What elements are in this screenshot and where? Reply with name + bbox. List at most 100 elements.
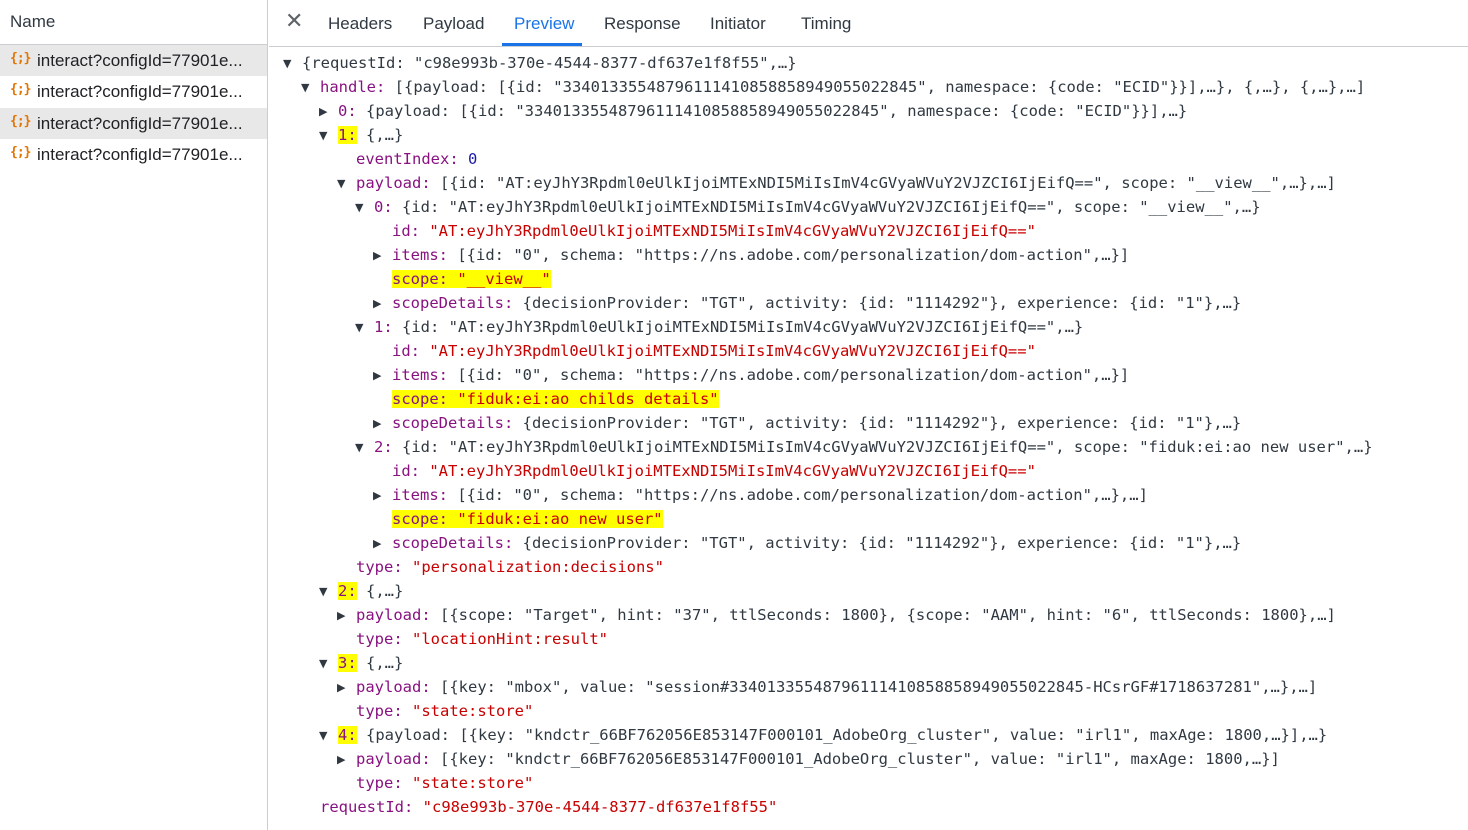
expand-down-icon[interactable]: ▼	[319, 729, 327, 742]
tree-key: 1:	[374, 318, 393, 336]
tree-node[interactable]: payload: [{key: "mbox", value: "session#…	[356, 675, 1317, 699]
tree-key: handle:	[320, 78, 386, 96]
collapse-right-icon[interactable]: ▶	[373, 369, 381, 382]
tree-node[interactable]: 0: {payload: [{id: "33401335548796111410…	[338, 99, 1187, 123]
expand-down-icon[interactable]: ▼	[301, 81, 309, 94]
request-row[interactable]: {;} interact?configId=77901e...	[0, 139, 267, 170]
tree-node[interactable]: 0: {id: "AT:eyJhY3Rpdml0eUlkIjoiMTExNDI5…	[374, 195, 1261, 219]
expand-down-icon[interactable]: ▼	[337, 177, 345, 190]
tree-node[interactable]: payload: [{key: "kndctr_66BF762056E85314…	[356, 747, 1280, 771]
tab-preview[interactable]: Preview	[514, 14, 574, 34]
tree-node[interactable]: {requestId: "c98e993b-370e-4544-8377-df6…	[302, 51, 797, 75]
tree-node[interactable]: items: [{id: "0", schema: "https://ns.ad…	[392, 483, 1148, 507]
tree-node: id: "AT:eyJhY3Rpdml0eUlkIjoiMTExNDI5MiIs…	[392, 459, 1036, 483]
collapse-right-icon[interactable]: ▶	[319, 105, 327, 118]
tree-string-value: "AT:eyJhY3Rpdml0eUlkIjoiMTExNDI5MiIsImV4…	[429, 342, 1036, 360]
tree-string-value: "personalization:decisions"	[412, 558, 664, 576]
tree-key: 3:	[338, 654, 357, 672]
tree-node[interactable]: 2: {id: "AT:eyJhY3Rpdml0eUlkIjoiMTExNDI5…	[374, 435, 1373, 459]
tree-preview-text: {id: "AT:eyJhY3Rpdml0eUlkIjoiMTExNDI5MiI…	[402, 198, 1261, 216]
tree-preview-text: [{id: "AT:eyJhY3Rpdml0eUlkIjoiMTExNDI5Mi…	[440, 174, 1336, 192]
tree-key: id:	[392, 222, 420, 240]
tree-node[interactable]: 2: {,…}	[338, 579, 403, 603]
json-preview-tree: ▼ {requestId: "c98e993b-370e-4544-8377-df…	[269, 48, 1468, 830]
tree-key: requestId:	[320, 798, 414, 816]
tab-response[interactable]: Response	[604, 14, 681, 34]
expand-down-icon[interactable]: ▼	[355, 201, 363, 214]
tree-string-value: "fiduk:ei:ao childs details"	[457, 390, 719, 408]
tab-headers[interactable]: Headers	[328, 14, 392, 34]
tree-node: scope: "fiduk:ei:ao new user"	[392, 507, 663, 531]
collapse-right-icon[interactable]: ▶	[337, 753, 345, 766]
fetch-request-icon: {;}	[10, 82, 32, 97]
name-column-header[interactable]: Name	[0, 0, 267, 45]
tree-node[interactable]: items: [{id: "0", schema: "https://ns.ad…	[392, 243, 1129, 267]
tree-node[interactable]: scopeDetails: {decisionProvider: "TGT", …	[392, 531, 1241, 555]
tree-preview-text: [{payload: [{id: "3340133554879611141085…	[394, 78, 1366, 96]
tree-node[interactable]: payload: [{id: "AT:eyJhY3Rpdml0eUlkIjoiM…	[356, 171, 1336, 195]
tab-initiator[interactable]: Initiator	[710, 14, 766, 34]
tree-key: type:	[356, 774, 403, 792]
tree-node[interactable]: 1: {id: "AT:eyJhY3Rpdml0eUlkIjoiMTExNDI5…	[374, 315, 1083, 339]
expand-down-icon[interactable]: ▼	[283, 57, 291, 70]
tree-key: type:	[356, 558, 403, 576]
tree-key: 0:	[374, 198, 393, 216]
tree-preview-text: {payload: [{id: "33401335548796111410858…	[366, 102, 1188, 120]
tree-preview-text: {,…}	[366, 654, 404, 672]
tree-node[interactable]: handle: [{payload: [{id: "33401335548796…	[320, 75, 1365, 99]
collapse-right-icon[interactable]: ▶	[373, 489, 381, 502]
collapse-right-icon[interactable]: ▶	[337, 681, 345, 694]
tree-node: id: "AT:eyJhY3Rpdml0eUlkIjoiMTExNDI5MiIs…	[392, 339, 1036, 363]
expand-down-icon[interactable]: ▼	[319, 657, 327, 670]
tree-node[interactable]: items: [{id: "0", schema: "https://ns.ad…	[392, 363, 1129, 387]
request-row[interactable]: {;} interact?configId=77901e...	[0, 108, 267, 139]
tree-string-value: "AT:eyJhY3Rpdml0eUlkIjoiMTExNDI5MiIsImV4…	[429, 222, 1036, 240]
tree-key: eventIndex:	[356, 150, 459, 168]
collapse-right-icon[interactable]: ▶	[337, 609, 345, 622]
tree-key: 2:	[338, 582, 357, 600]
tree-node: id: "AT:eyJhY3Rpdml0eUlkIjoiMTExNDI5MiIs…	[392, 219, 1036, 243]
tree-node: type: "state:store"	[356, 699, 533, 723]
tree-key: 4:	[338, 726, 357, 744]
tree-preview-text: [{id: "0", schema: "https://ns.adobe.com…	[457, 486, 1148, 504]
collapse-right-icon[interactable]: ▶	[373, 249, 381, 262]
tree-node[interactable]: scopeDetails: {decisionProvider: "TGT", …	[392, 411, 1241, 435]
tree-preview-text: [{key: "mbox", value: "session#334013355…	[440, 678, 1318, 696]
expand-down-icon[interactable]: ▼	[355, 441, 363, 454]
tree-preview-text: {requestId: "c98e993b-370e-4544-8377-df6…	[302, 54, 797, 72]
tree-string-value: "state:store"	[412, 702, 534, 720]
tree-key: items:	[392, 486, 448, 504]
request-row[interactable]: {;} interact?configId=77901e...	[0, 76, 267, 107]
tree-node[interactable]: 1: {,…}	[338, 123, 403, 147]
tree-node[interactable]: 3: {,…}	[338, 651, 403, 675]
fetch-request-icon: {;}	[10, 114, 32, 129]
tree-string-value: "locationHint:result"	[412, 630, 608, 648]
request-list-panel: Name {;} interact?configId=77901e... {;}…	[0, 0, 268, 830]
tree-node: type: "state:store"	[356, 771, 533, 795]
expand-down-icon[interactable]: ▼	[355, 321, 363, 334]
fetch-request-icon: {;}	[10, 51, 32, 66]
tree-node[interactable]: scopeDetails: {decisionProvider: "TGT", …	[392, 291, 1241, 315]
tree-key: 2:	[374, 438, 393, 456]
tree-node: eventIndex: 0	[356, 147, 477, 171]
tab-payload[interactable]: Payload	[423, 14, 484, 34]
close-icon[interactable]: ✕	[285, 9, 303, 34]
tree-key: id:	[392, 342, 420, 360]
tree-key: 0:	[338, 102, 357, 120]
tab-timing[interactable]: Timing	[801, 14, 851, 34]
request-row[interactable]: {;} interact?configId=77901e...	[0, 45, 267, 76]
tree-key: payload:	[356, 678, 431, 696]
collapse-right-icon[interactable]: ▶	[373, 297, 381, 310]
tree-node: type: "locationHint:result"	[356, 627, 608, 651]
tree-preview-text: {,…}	[366, 126, 404, 144]
tree-node[interactable]: payload: [{scope: "Target", hint: "37", …	[356, 603, 1336, 627]
collapse-right-icon[interactable]: ▶	[373, 537, 381, 550]
expand-down-icon[interactable]: ▼	[319, 585, 327, 598]
tree-string-value: "c98e993b-370e-4544-8377-df637e1f8f55"	[422, 798, 778, 816]
expand-down-icon[interactable]: ▼	[319, 129, 327, 142]
collapse-right-icon[interactable]: ▶	[373, 417, 381, 430]
fetch-request-icon: {;}	[10, 145, 32, 160]
tree-preview-text: {decisionProvider: "TGT", activity: {id:…	[522, 534, 1242, 552]
tree-node: type: "personalization:decisions"	[356, 555, 664, 579]
tree-node[interactable]: 4: {payload: [{key: "kndctr_66BF762056E8…	[338, 723, 1327, 747]
